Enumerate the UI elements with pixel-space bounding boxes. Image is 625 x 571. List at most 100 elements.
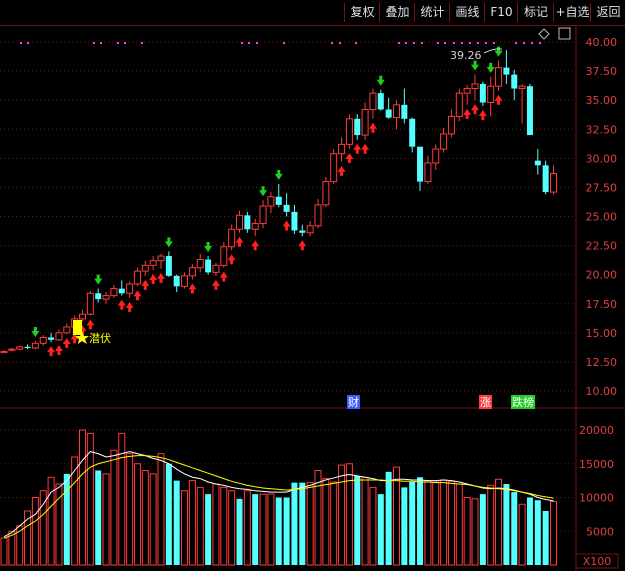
candle-body-up [149, 260, 157, 266]
volume-bar-up [110, 449, 118, 566]
top-dot-marker [20, 42, 22, 44]
up-arrow-icon [54, 344, 63, 355]
volume-bar-up [306, 482, 314, 566]
candle-body-up [518, 85, 526, 90]
candle-body-up [463, 88, 471, 94]
candle-body-up [55, 332, 63, 341]
candle-body-up [220, 246, 228, 266]
candle-body-down [417, 146, 424, 182]
top-dot-marker [27, 42, 29, 44]
volume-bar-up [345, 463, 353, 566]
volume-bar-down [503, 484, 510, 565]
volume-bar-up [102, 473, 110, 566]
volume-bar-up [463, 497, 471, 566]
high-price-label: 39.26 [450, 49, 482, 62]
candle-body-down [299, 230, 306, 233]
up-arrow-icon [149, 274, 158, 285]
volume-bar-down [354, 475, 361, 565]
up-arrow-icon [62, 337, 71, 348]
signal-highlight [73, 320, 82, 335]
price-tick-label: 40.00 [586, 36, 618, 49]
volume-bar-down [283, 497, 290, 565]
candle-body-up [79, 313, 86, 320]
volume-bar-down [511, 492, 518, 565]
price-tick-label: 25.00 [586, 211, 618, 224]
up-arrow-icon [298, 240, 307, 251]
candle-body-down [479, 83, 486, 103]
up-arrow-icon [361, 143, 370, 154]
volume-bar-up [330, 481, 338, 566]
volume-bar-up [518, 503, 526, 566]
volume-bar-up [447, 480, 455, 566]
down-arrow-icon [376, 75, 385, 86]
top-dot-marker [437, 42, 439, 44]
candle-body-up [424, 162, 432, 183]
volume-bar-down [299, 482, 306, 565]
volume-bar-up [361, 476, 369, 566]
event-tag: 财 [348, 395, 359, 409]
top-dot-marker [453, 42, 455, 44]
volume-bars [0, 429, 557, 566]
volume-tick-label: 15000 [579, 458, 614, 471]
volume-bar-up [550, 501, 557, 566]
candle-body-down [401, 104, 408, 119]
candle-body-up [267, 196, 275, 207]
candle-body-up [236, 214, 243, 230]
up-arrow-icon [282, 220, 291, 231]
volume-bar-down [385, 471, 392, 565]
volume-bar-down [275, 497, 282, 565]
candle-body-up [16, 346, 24, 350]
volume-bar-up [141, 470, 149, 566]
volume-bar-down [542, 511, 549, 565]
down-arrow-icon [94, 274, 103, 285]
volume-bar-down [534, 500, 541, 565]
up-arrow-icon [478, 109, 487, 120]
volume-bar-up [149, 473, 157, 566]
volume-bar-up [440, 479, 448, 566]
volume-bar-down [252, 494, 259, 565]
down-arrow-icon [274, 169, 283, 180]
top-dot-marker [283, 42, 285, 44]
candle-body-down [205, 259, 212, 273]
volume-bar-up [133, 463, 141, 566]
up-arrow-icon [188, 283, 197, 294]
candle-body-up [345, 118, 353, 145]
candle-body-up [550, 172, 557, 193]
candle-body-up [369, 92, 377, 110]
top-dot-marker [539, 42, 541, 44]
up-arrow-icon [211, 279, 220, 290]
up-arrow-icon [47, 346, 56, 357]
volume-bar-up [338, 464, 346, 566]
price-tick-label: 20.00 [586, 269, 618, 282]
volume-bar-up [86, 432, 94, 566]
top-dot-marker [493, 42, 495, 44]
up-arrow-icon [157, 272, 165, 283]
candle-body-up [196, 259, 204, 269]
top-dot-marker [248, 42, 250, 44]
volume-bar-down [479, 494, 486, 565]
volume-bar-up [487, 484, 495, 566]
candle-body-up [314, 204, 322, 227]
top-dot-marker [256, 42, 258, 44]
volume-axis: 20000 15000 10000 5000 X100 [575, 424, 619, 569]
volume-bar-down [236, 498, 243, 565]
candle-body-up [86, 292, 94, 315]
top-dot-marker [124, 42, 126, 44]
candle-body-up [330, 153, 338, 183]
candle-body-down [377, 93, 384, 110]
volume-bar-up [393, 466, 400, 566]
candle-body-down [275, 196, 282, 205]
volume-bar-down [401, 487, 408, 565]
price-tick-label: 30.00 [586, 152, 618, 165]
top-dot-marker [355, 42, 357, 44]
volume-bar-up [455, 483, 463, 566]
price-tick-label: 35.00 [586, 94, 618, 107]
price-tick-label: 27.50 [586, 181, 618, 194]
candle-body-up [432, 148, 440, 164]
top-dot-marker [485, 42, 487, 44]
candle-body-down [165, 256, 172, 276]
up-arrow-icon [345, 153, 354, 164]
up-arrow-icon [133, 290, 142, 301]
candle-body-down [244, 215, 251, 230]
candle-body-up [212, 264, 220, 273]
